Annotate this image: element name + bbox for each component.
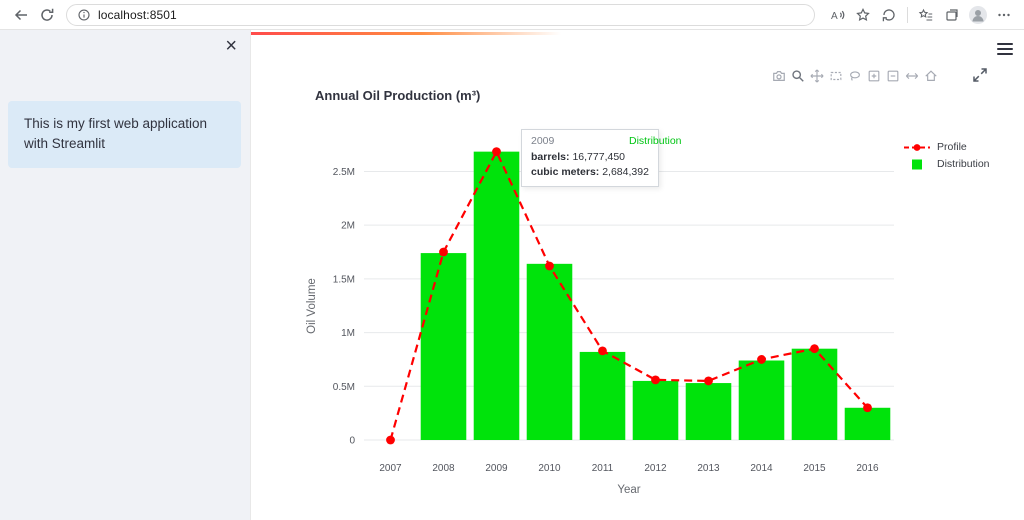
legend-line-marker [904, 143, 930, 151]
sidebar: × This is my first web application with … [0, 30, 251, 520]
url-text: localhost:8501 [98, 7, 177, 22]
toolbar-divider [907, 6, 908, 23]
svg-text:2014: 2014 [750, 463, 773, 474]
site-info-icon[interactable] [77, 8, 91, 22]
favorites-bar-icon[interactable] [914, 3, 938, 27]
read-aloud-icon[interactable]: A [825, 3, 849, 27]
collections-icon[interactable] [940, 3, 964, 27]
back-button[interactable] [8, 2, 34, 28]
svg-text:2.5M: 2.5M [333, 167, 355, 178]
info-alert-text: This is my first web application with St… [24, 116, 208, 152]
legend-item-distribution[interactable]: Distribution [903, 158, 990, 170]
plot-area[interactable]: 0 0.5M 1M 1.5M 2M 2.5M 2007 2008 2009 2010 2011 201… [251, 30, 1024, 520]
svg-text:2008: 2008 [432, 463, 455, 474]
add-favorite-icon[interactable] [851, 3, 875, 27]
svg-text:2M: 2M [341, 221, 355, 232]
svg-text:2012: 2012 [644, 463, 667, 474]
browser-window: localhost:8501 A × This is my first web … [0, 0, 1024, 520]
tooltip-line: cubic meters: 2,684,392 [531, 166, 649, 179]
svg-text:Oil Volume: Oil Volume [306, 278, 318, 334]
legend-item-profile[interactable]: Profile [903, 141, 990, 153]
refresh-button[interactable] [34, 2, 60, 28]
main-content: Annual Oil Production (m³) 0 0.5M 1M 1.5M 2M… [251, 30, 1024, 520]
svg-text:2013: 2013 [697, 463, 720, 474]
svg-text:1M: 1M [341, 328, 355, 339]
svg-text:0: 0 [349, 436, 355, 447]
legend-square-marker [912, 159, 922, 169]
streamlit-app: × This is my first web application with … [0, 30, 1024, 520]
svg-text:A: A [831, 11, 838, 22]
circular-arrow-icon[interactable] [877, 3, 901, 27]
sidebar-close-button[interactable]: × [225, 36, 237, 56]
toolbar-right-icons: A [825, 3, 1016, 27]
refresh-icon [41, 8, 54, 21]
svg-text:2007: 2007 [379, 463, 402, 474]
legend-label: Profile [937, 141, 967, 153]
more-icon[interactable] [992, 3, 1016, 27]
url-bar[interactable]: localhost:8501 [66, 3, 815, 26]
svg-text:2015: 2015 [803, 463, 826, 474]
avatar[interactable] [966, 3, 990, 27]
svg-text:2011: 2011 [592, 463, 614, 474]
svg-text:1.5M: 1.5M [333, 274, 355, 285]
info-alert: This is my first web application with St… [8, 101, 241, 168]
svg-text:0.5M: 0.5M [333, 382, 355, 393]
svg-text:2010: 2010 [538, 463, 561, 474]
legend-marker [903, 159, 931, 170]
tooltip-series-label: Distribution [629, 135, 682, 147]
legend-label: Distribution [937, 158, 990, 170]
tooltip-line: barrels: 16,777,450 [531, 151, 626, 163]
browser-toolbar: localhost:8501 A [0, 0, 1024, 30]
svg-text:Year: Year [617, 484, 640, 496]
svg-text:2009: 2009 [485, 463, 508, 474]
chart-legend: Profile Distribution [903, 141, 990, 170]
svg-text:2016: 2016 [856, 463, 879, 474]
back-icon [14, 9, 27, 20]
legend-marker [903, 142, 931, 153]
